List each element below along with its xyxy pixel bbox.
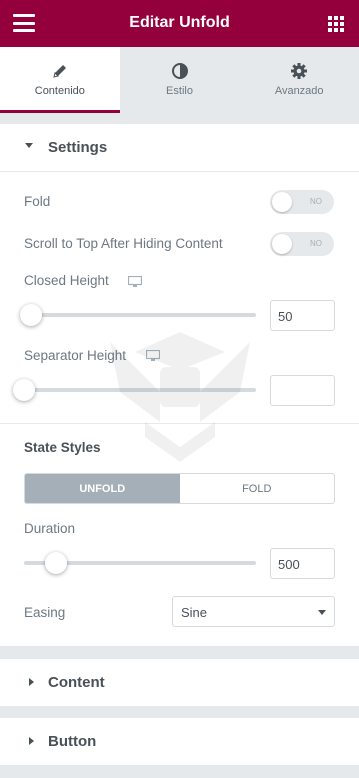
caret-down-icon (25, 143, 33, 148)
settings-section-header[interactable]: Settings (0, 124, 359, 172)
editor-header: Editar Unfold (0, 0, 359, 47)
duration-label: Duration (24, 521, 76, 536)
tab-estilo[interactable]: Estilo (119, 47, 240, 113)
content-section: Content (0, 659, 359, 706)
closed-height-input[interactable]: 50 (270, 300, 335, 331)
panel-title: Editar Unfold (129, 14, 230, 31)
button-section: Button (0, 718, 359, 765)
editor-tabs: Contenido Estilo Avanzado (0, 47, 359, 113)
button-section-header[interactable]: Button (0, 718, 359, 765)
tab-avanzado[interactable]: Avanzado (239, 47, 359, 113)
watermark-logo (110, 332, 250, 462)
state-tab-fold[interactable]: FOLD (180, 474, 335, 503)
state-styles-heading: State Styles (24, 440, 101, 455)
easing-select[interactable]: Sine (172, 596, 335, 627)
widgets-grid-icon[interactable] (328, 16, 344, 32)
pencil-icon (53, 65, 66, 78)
chevron-down-icon (318, 610, 326, 615)
tab-contenido[interactable]: Contenido (0, 47, 120, 113)
duration-slider-handle[interactable] (45, 552, 67, 574)
separator-height-input[interactable] (270, 375, 335, 406)
toggle-knob (272, 234, 292, 254)
duration-input[interactable]: 500 (270, 548, 335, 579)
separator-height-slider-handle[interactable] (13, 379, 35, 401)
caret-right-icon (29, 678, 34, 686)
half-circle-icon (171, 63, 188, 79)
scroll-to-top-toggle[interactable]: NO (270, 232, 334, 256)
scroll-to-top-label: Scroll to Top After Hiding Content (24, 236, 223, 251)
state-tab-unfold[interactable]: UNFOLD (25, 474, 180, 503)
closed-height-label: Closed Height (24, 273, 109, 288)
desktop-monitor-icon[interactable] (128, 276, 142, 287)
content-section-header[interactable]: Content (0, 659, 359, 706)
gear-icon (291, 63, 308, 79)
closed-height-slider-handle[interactable] (20, 304, 42, 326)
easing-label: Easing (24, 605, 66, 620)
state-styles-switcher: UNFOLD FOLD (24, 473, 335, 504)
caret-right-icon (29, 737, 34, 745)
toggle-knob (272, 192, 292, 212)
fold-label: Fold (24, 194, 51, 209)
fold-toggle[interactable]: NO (270, 190, 334, 214)
